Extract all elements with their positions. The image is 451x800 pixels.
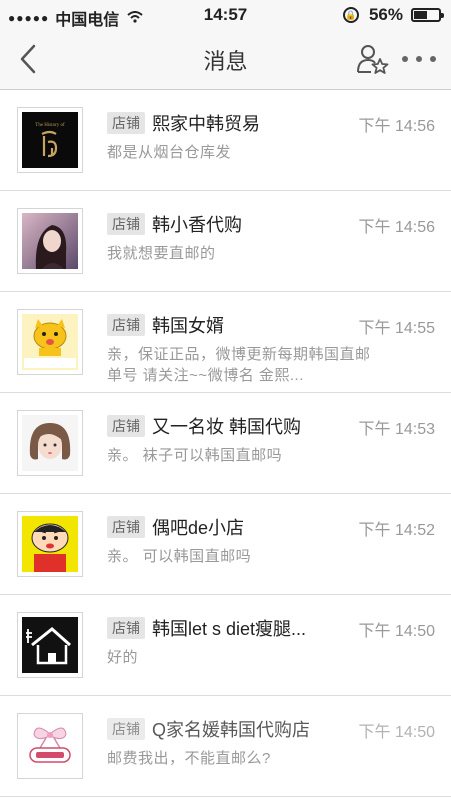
shop-tag: 店铺 [107, 314, 145, 336]
shop-tag: 店铺 [107, 718, 145, 740]
crayon-shinchan-cartoon [22, 516, 78, 572]
shop-tag: 店铺 [107, 516, 145, 538]
more-dots-icon [402, 56, 408, 62]
conversation-preview: 亲。 袜子可以韩国直邮吗 [107, 447, 283, 464]
conversation-row[interactable]: 店铺 韩小香代购 下午 14:56 我就想要直邮的 [0, 191, 451, 292]
conversation-name: 韩国let s diet瘦腿... [152, 619, 307, 639]
conversation-preview: 亲，保证正品，微博更新每期韩国直邮单号 请关注~~微博名 金熙... [107, 346, 371, 384]
conversation-name: 韩国女婿 [152, 316, 224, 336]
status-right: 🔒 56% [342, 5, 444, 25]
user-star-button[interactable] [355, 42, 389, 76]
nav-bar: 消息 [0, 30, 451, 90]
avatar[interactable] [17, 410, 83, 476]
battery-fill [414, 11, 427, 19]
conversation-preview: 我就想要直邮的 [107, 245, 216, 262]
avatar[interactable]: The History of [17, 107, 83, 173]
conversation-row[interactable]: 店铺 偶吧de小店 下午 14:52 亲。 可以韩国直邮吗 [0, 494, 451, 595]
conversation-time: 下午 14:50 [358, 724, 436, 741]
bow-label-logo [22, 718, 78, 774]
conversation-row[interactable]: 店铺 Q家名媛韩国代购店 下午 14:50 邮费我出，不能直邮么? [0, 696, 451, 797]
cartoon-girl-illustration [22, 415, 78, 471]
conversation-list: The History of 店铺 熙家中韩贸易 下午 14:56 都是从烟台仓… [0, 90, 451, 800]
conversation-name: 韩小香代购 [152, 215, 242, 235]
conversation-preview: 亲。 可以韩国直邮吗 [107, 548, 252, 565]
conversation-preview: 都是从烟台仓库发 [107, 144, 232, 161]
shop-tag: 店铺 [107, 415, 145, 437]
avatar[interactable] [17, 511, 83, 577]
more-dots-icon [430, 56, 436, 62]
house-logo [22, 617, 78, 673]
woman-portrait-photo [22, 213, 78, 269]
conversation-time: 下午 14:56 [358, 118, 436, 135]
shop-tag: 店铺 [107, 112, 145, 134]
avatar[interactable] [17, 309, 83, 375]
shop-tag: 店铺 [107, 213, 145, 235]
conversation-name: 熙家中韩贸易 [152, 114, 260, 134]
conversation-name: Q家名媛韩国代购店 [152, 720, 311, 740]
shop-tag: 店铺 [107, 617, 145, 639]
conversation-time: 下午 14:56 [358, 219, 436, 236]
svg-text:The History of: The History of [35, 123, 65, 128]
conversation-preview: 邮费我出，不能直邮么? [107, 750, 271, 767]
conversation-row[interactable]: 店铺 韩国let s diet瘦腿... 下午 14:50 好的 [0, 595, 451, 696]
battery-percent: 56% [368, 5, 403, 24]
avatar[interactable] [17, 612, 83, 678]
avatar[interactable] [17, 713, 83, 779]
conversation-name: 又一名妆 韩国代购 [152, 417, 302, 437]
conversation-row[interactable]: The History of 店铺 熙家中韩贸易 下午 14:56 都是从烟台仓… [0, 90, 451, 191]
status-bar: ●●●●● 中国电信 14:57 🔒 56% [0, 0, 451, 30]
rotation-lock-icon: 🔒 [342, 7, 359, 23]
conversation-name: 偶吧de小店 [152, 518, 245, 538]
conversation-row[interactable]: 店铺 又一名妆 韩国代购 下午 14:53 亲。 袜子可以韩国直邮吗 [0, 393, 451, 494]
conversation-time: 下午 14:52 [358, 522, 436, 539]
conversation-time: 下午 14:55 [358, 320, 436, 337]
conversation-preview: 好的 [107, 649, 139, 666]
more-dots-icon [416, 56, 422, 62]
the-history-of-whoo-logo: The History of [22, 112, 78, 168]
more-button[interactable] [402, 52, 436, 66]
avatar[interactable] [17, 208, 83, 274]
yellow-cartoon-cat [22, 314, 78, 370]
battery-icon [411, 8, 444, 22]
user-star-icon [357, 45, 389, 74]
conversation-row[interactable]: 店铺 韩国女婿 下午 14:55 亲，保证正品，微博更新每期韩国直邮单号 请关注… [0, 292, 451, 393]
conversation-time: 下午 14:50 [358, 623, 436, 640]
conversation-time: 下午 14:53 [358, 421, 436, 438]
